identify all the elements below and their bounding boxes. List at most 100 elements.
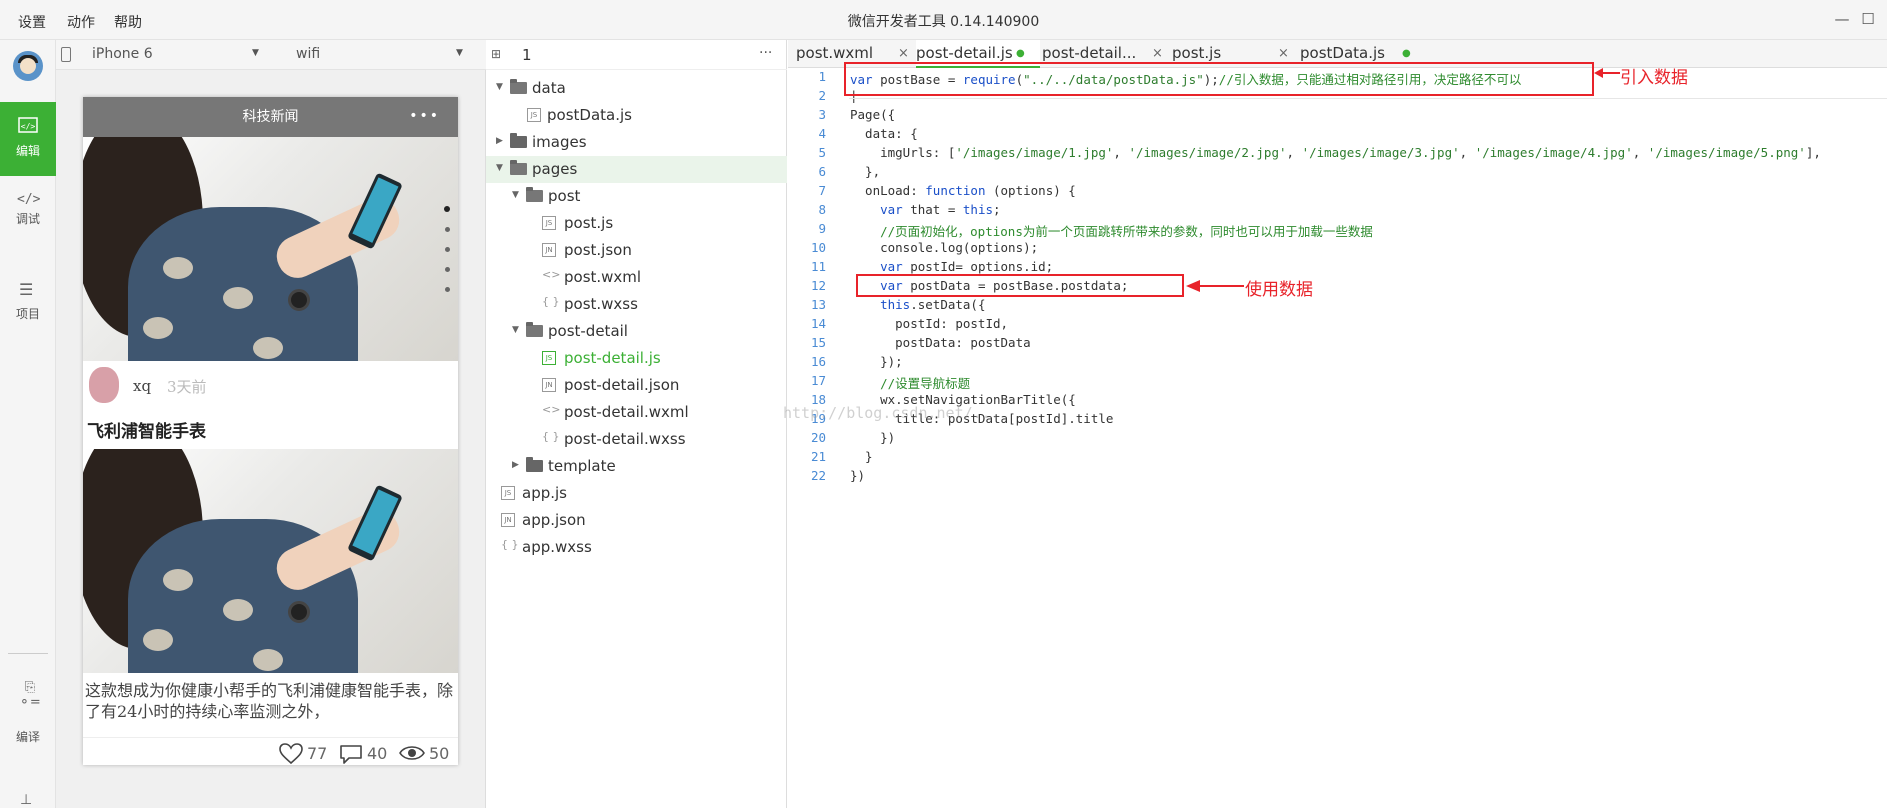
tree-folder-pages[interactable]: ▼ pages	[486, 156, 787, 183]
file-tree: ⊞ 1 ··· ▼ data JS postData.js ▶ images ▼ pag…	[486, 40, 787, 808]
code-window-icon: </>	[18, 117, 38, 133]
tree-file[interactable]: JS app.js	[486, 480, 787, 507]
editor-line[interactable]: 14 postId: postId,	[788, 316, 1887, 335]
more-icon[interactable]: ···	[759, 45, 772, 61]
tree-file-active[interactable]: JS post-detail.js	[486, 345, 787, 372]
arrow-icon	[1186, 280, 1244, 292]
line-number: 6	[818, 164, 826, 179]
device-icon	[61, 47, 71, 62]
swiper-image[interactable]	[83, 137, 458, 361]
tab-label: post-detail...	[1042, 44, 1137, 62]
code-line: })	[850, 468, 866, 483]
close-icon[interactable]: ×	[1278, 46, 1289, 61]
close-icon[interactable]: ×	[1152, 46, 1163, 61]
swiper-dot[interactable]	[445, 227, 450, 232]
tree-folder-post-detail[interactable]: ▼ post-detail	[486, 318, 787, 345]
code-line: Page({	[850, 107, 896, 122]
tree-folder-images[interactable]: ▶ images	[486, 129, 787, 156]
tree-file[interactable]: JN app.json	[486, 507, 787, 534]
close-icon[interactable]: ×	[898, 46, 909, 61]
chevron-down-icon[interactable]: ▼	[456, 48, 463, 58]
comment-icon	[340, 745, 362, 764]
sidebar-item-edit[interactable]: </> 编辑	[0, 102, 56, 176]
editor-line[interactable]: 17 //设置导航标题	[788, 373, 1887, 392]
menu-help[interactable]: 帮助	[114, 12, 142, 32]
swiper-dot[interactable]	[445, 247, 450, 252]
editor-line[interactable]: 21 }	[788, 449, 1887, 468]
chevron-down-icon: ▼	[512, 190, 519, 200]
chevron-down-icon: ▼	[496, 163, 503, 173]
folder-icon	[510, 79, 527, 94]
line-number: 12	[810, 278, 826, 293]
tree-folder-template[interactable]: ▶ template	[486, 453, 787, 480]
wxss-file-icon: { }	[501, 538, 519, 551]
tree-folder-data[interactable]: ▼ data	[486, 75, 787, 102]
editor-line[interactable]: 9 //页面初始化，options为前一个页面跳转所带来的参数，同时也可以用于加…	[788, 221, 1887, 240]
avatar[interactable]	[13, 51, 43, 81]
minimize-icon[interactable]: —	[1832, 10, 1852, 30]
maximize-icon[interactable]: ☐	[1858, 10, 1878, 30]
editor-line[interactable]: 20 })	[788, 430, 1887, 449]
editor-line[interactable]: 13 this.setData({	[788, 297, 1887, 316]
chevron-down-icon[interactable]: ▼	[252, 48, 259, 58]
tree-file[interactable]: <> post.wxml	[486, 264, 787, 291]
current-line-highlight	[849, 98, 1887, 99]
swiper-dot[interactable]	[445, 267, 450, 272]
tree-file[interactable]: JN post.json	[486, 237, 787, 264]
tree-file[interactable]: { } app.wxss	[486, 534, 787, 561]
more-icon[interactable]: •••	[409, 108, 440, 124]
sidebar-item-project[interactable]: ☰ 项目	[0, 280, 56, 354]
line-number: 16	[810, 354, 826, 369]
post-title: 飞利浦智能手表	[87, 422, 206, 442]
post-stats: 77 40 50	[83, 737, 458, 765]
swiper-dot[interactable]	[444, 206, 450, 212]
code-line: imgUrls: ['/images/image/1.jpg', '/image…	[850, 145, 1821, 160]
editor-line[interactable]: 5 imgUrls: ['/images/image/1.jpg', '/ima…	[788, 145, 1887, 164]
sidebar-item-label: 调试	[15, 212, 40, 226]
tree-file[interactable]: JN post-detail.json	[486, 372, 787, 399]
code-line: },	[850, 164, 881, 179]
chevron-down-icon: ▼	[512, 325, 519, 335]
tab-label: postData.js	[1300, 44, 1385, 62]
editor-line[interactable]: 10 console.log(options);	[788, 240, 1887, 259]
editor-line[interactable]: 16 });	[788, 354, 1887, 373]
tree-folder-post[interactable]: ▼ post	[486, 183, 787, 210]
file-tree-icon[interactable]: ⊞	[491, 47, 501, 61]
tree-file[interactable]: { } post.wxss	[486, 291, 787, 318]
editor-line[interactable]: 3 Page({	[788, 107, 1887, 126]
code-editor[interactable]: 1 var postBase = require("../../data/post…	[788, 68, 1887, 808]
phone-preview: 科技新闻 ••• xq 3天前 飞利浦智能手表 这款想成为你健康小帮手的飞利浦健…	[83, 97, 458, 765]
tree-file[interactable]: { } post-detail.wxss	[486, 426, 787, 453]
menu-settings[interactable]: 设置	[18, 12, 46, 32]
editor-line[interactable]: 7 onLoad: function (options) {	[788, 183, 1887, 202]
swiper-dot[interactable]	[445, 287, 450, 292]
folder-icon	[526, 322, 543, 337]
editor-line[interactable]: 4 data: {	[788, 126, 1887, 145]
device-select[interactable]: iPhone 6	[92, 46, 153, 62]
editor-line[interactable]: 22})	[788, 468, 1887, 487]
tree-file[interactable]: JS post.js	[486, 210, 787, 237]
line-number: 10	[810, 240, 826, 255]
tree-file[interactable]: JS postData.js	[486, 102, 787, 129]
editor-line[interactable]: 8 var that = this;	[788, 202, 1887, 221]
editor-line[interactable]: 6 },	[788, 164, 1887, 183]
js-file-icon: JS	[501, 486, 515, 500]
folder-icon	[526, 457, 543, 472]
app-title: 微信开发者工具 0.14.140900	[847, 14, 1040, 30]
editor-line[interactable]: 15 postData: postData	[788, 335, 1887, 354]
network-select[interactable]: wifi	[296, 46, 320, 62]
line-number: 4	[818, 126, 826, 141]
annotation-use: 使用数据	[1245, 280, 1313, 300]
code-line: onLoad: function (options) {	[850, 183, 1076, 198]
upload-icon[interactable]: ⊥	[20, 792, 32, 808]
code-line: console.log(options);	[850, 240, 1039, 255]
menu-action[interactable]: 动作	[67, 12, 95, 32]
tree-file[interactable]: <> post-detail.wxml	[486, 399, 787, 426]
sidebar-item-compile[interactable]: ⎘ ⚬= 编译	[0, 680, 56, 754]
author-name: xq	[133, 377, 152, 395]
sidebar-item-debug[interactable]: </> 调试	[0, 190, 56, 264]
post-time: 3天前	[167, 378, 207, 396]
file-count: 1	[522, 46, 532, 64]
left-sidebar: </> 编辑 </> 调试 ☰ 项目 ⎘ ⚬= 编译 ⊥	[0, 40, 56, 808]
view-count: 50	[429, 744, 450, 763]
